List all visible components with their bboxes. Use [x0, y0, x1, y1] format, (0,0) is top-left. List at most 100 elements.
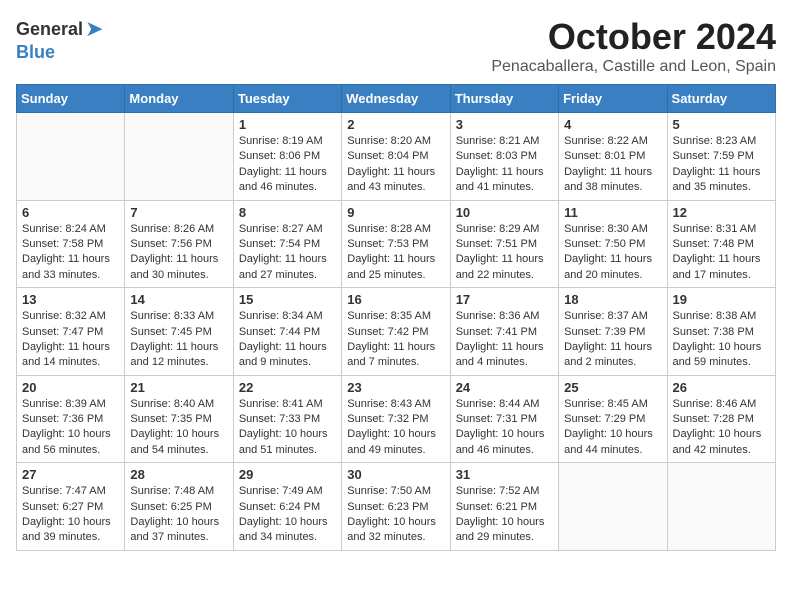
day-number: 1 [239, 117, 336, 132]
calendar-cell: 18 Sunrise: 8:37 AMSunset: 7:39 PMDayligh… [559, 288, 667, 376]
cell-content: Sunrise: 8:46 AMSunset: 7:28 PMDaylight:… [673, 397, 770, 459]
calendar-cell: 23Sunrise: 8:43 AMSunset: 7:32 PMDayligh… [342, 375, 450, 463]
weekday-header: Wednesday [342, 85, 450, 113]
calendar-cell: 10Sunrise: 8:29 AMSunset: 7:51 PMDayligh… [450, 200, 558, 288]
logo: General ➤ Blue [16, 16, 103, 63]
weekday-header: Sunday [17, 85, 125, 113]
calendar-week-row: 6Sunrise: 8:24 AMSunset: 7:58 PMDaylight… [17, 200, 776, 288]
cell-content: Sunrise: 7:48 AMSunset: 6:25 PMDaylight:… [130, 484, 227, 546]
cell-content: Sunrise: 7:52 AMSunset: 6:21 PMDaylight:… [456, 484, 553, 546]
day-number: 7 [130, 205, 227, 220]
day-number: 20 [22, 380, 119, 395]
day-number: 19 [673, 292, 770, 307]
calendar-cell: 25 Sunrise: 8:45 AMSunset: 7:29 PMDayligh… [559, 375, 667, 463]
cell-content: Sunrise: 8:45 AMSunset: 7:29 PMDaylight:… [564, 397, 661, 459]
cell-content: Sunrise: 8:19 AMSunset: 8:06 PMDaylight:… [239, 134, 336, 196]
calendar-cell: 8Sunrise: 8:27 AMSunset: 7:54 PMDaylight… [233, 200, 341, 288]
calendar-cell: 28 Sunrise: 7:48 AMSunset: 6:25 PMDayligh… [125, 463, 233, 551]
day-number: 2 [347, 117, 444, 132]
weekday-header: Saturday [667, 85, 775, 113]
day-number: 27 [22, 467, 119, 482]
calendar-cell: 30Sunrise: 7:50 AMSunset: 6:23 PMDayligh… [342, 463, 450, 551]
logo-blue-text: Blue [16, 42, 55, 63]
calendar-cell: 26 Sunrise: 8:46 AMSunset: 7:28 PMDayligh… [667, 375, 775, 463]
calendar-cell: 29Sunrise: 7:49 AMSunset: 6:24 PMDayligh… [233, 463, 341, 551]
day-number: 12 [673, 205, 770, 220]
cell-content: Sunrise: 8:28 AMSunset: 7:53 PMDaylight:… [347, 222, 444, 284]
day-number: 16 [347, 292, 444, 307]
day-number: 3 [456, 117, 553, 132]
weekday-header-row: SundayMondayTuesdayWednesdayThursdayFrid… [17, 85, 776, 113]
calendar-week-row: 20 Sunrise: 8:39 AMSunset: 7:36 PMDayligh… [17, 375, 776, 463]
calendar-cell: 7 Sunrise: 8:26 AMSunset: 7:56 PMDaylight… [125, 200, 233, 288]
calendar-cell: 19 Sunrise: 8:38 AMSunset: 7:38 PMDayligh… [667, 288, 775, 376]
cell-content: Sunrise: 8:31 AMSunset: 7:48 PMDaylight:… [673, 222, 770, 284]
calendar-week-row: 13Sunrise: 8:32 AMSunset: 7:47 PMDayligh… [17, 288, 776, 376]
calendar-cell: 9 Sunrise: 8:28 AMSunset: 7:53 PMDaylight… [342, 200, 450, 288]
cell-content: Sunrise: 8:41 AMSunset: 7:33 PMDaylight:… [239, 397, 336, 459]
cell-content: Sunrise: 8:32 AMSunset: 7:47 PMDaylight:… [22, 309, 119, 371]
day-number: 26 [673, 380, 770, 395]
weekday-header: Friday [559, 85, 667, 113]
calendar-table: SundayMondayTuesdayWednesdayThursdayFrid… [16, 84, 776, 551]
calendar-week-row: 1 Sunrise: 8:19 AMSunset: 8:06 PMDaylight… [17, 113, 776, 201]
calendar-cell: 22Sunrise: 8:41 AMSunset: 7:33 PMDayligh… [233, 375, 341, 463]
calendar-cell: 3Sunrise: 8:21 AMSunset: 8:03 PMDaylight… [450, 113, 558, 201]
day-number: 23 [347, 380, 444, 395]
calendar-cell: 6Sunrise: 8:24 AMSunset: 7:58 PMDaylight… [17, 200, 125, 288]
day-number: 29 [239, 467, 336, 482]
cell-content: Sunrise: 8:38 AMSunset: 7:38 PMDaylight:… [673, 309, 770, 371]
cell-content: Sunrise: 8:33 AMSunset: 7:45 PMDaylight:… [130, 309, 227, 371]
weekday-header: Thursday [450, 85, 558, 113]
day-number: 10 [456, 205, 553, 220]
calendar-cell: 5Sunrise: 8:23 AMSunset: 7:59 PMDaylight… [667, 113, 775, 201]
month-title: October 2024 [491, 16, 776, 58]
cell-content: Sunrise: 8:26 AMSunset: 7:56 PMDaylight:… [130, 222, 227, 284]
calendar-cell: 2Sunrise: 8:20 AMSunset: 8:04 PMDaylight… [342, 113, 450, 201]
title-area: October 2024 Penacaballera, Castille and… [491, 16, 776, 76]
day-number: 5 [673, 117, 770, 132]
calendar-cell [667, 463, 775, 551]
day-number: 28 [130, 467, 227, 482]
calendar-cell: 15Sunrise: 8:34 AMSunset: 7:44 PMDayligh… [233, 288, 341, 376]
day-number: 4 [564, 117, 661, 132]
weekday-header: Monday [125, 85, 233, 113]
day-number: 21 [130, 380, 227, 395]
calendar-cell: 4 Sunrise: 8:22 AMSunset: 8:01 PMDaylight… [559, 113, 667, 201]
calendar-cell: 11Sunrise: 8:30 AMSunset: 7:50 PMDayligh… [559, 200, 667, 288]
calendar-cell: 31 Sunrise: 7:52 AMSunset: 6:21 PMDayligh… [450, 463, 558, 551]
calendar-cell: 1 Sunrise: 8:19 AMSunset: 8:06 PMDaylight… [233, 113, 341, 201]
cell-content: Sunrise: 8:40 AMSunset: 7:35 PMDaylight:… [130, 397, 227, 459]
logo-bird-icon: ➤ [85, 16, 103, 42]
calendar-cell: 20 Sunrise: 8:39 AMSunset: 7:36 PMDayligh… [17, 375, 125, 463]
day-number: 25 [564, 380, 661, 395]
logo-general-text: General [16, 19, 83, 40]
day-number: 24 [456, 380, 553, 395]
header: General ➤ Blue October 2024 Penacaballer… [16, 16, 776, 76]
cell-content: Sunrise: 8:36 AMSunset: 7:41 PMDaylight:… [456, 309, 553, 371]
calendar-cell: 17 Sunrise: 8:36 AMSunset: 7:41 PMDayligh… [450, 288, 558, 376]
weekday-header: Tuesday [233, 85, 341, 113]
day-number: 15 [239, 292, 336, 307]
calendar-cell: 16Sunrise: 8:35 AMSunset: 7:42 PMDayligh… [342, 288, 450, 376]
day-number: 31 [456, 467, 553, 482]
cell-content: Sunrise: 8:22 AMSunset: 8:01 PMDaylight:… [564, 134, 661, 196]
cell-content: Sunrise: 8:30 AMSunset: 7:50 PMDaylight:… [564, 222, 661, 284]
cell-content: Sunrise: 8:44 AMSunset: 7:31 PMDaylight:… [456, 397, 553, 459]
day-number: 8 [239, 205, 336, 220]
cell-content: Sunrise: 8:39 AMSunset: 7:36 PMDaylight:… [22, 397, 119, 459]
cell-content: Sunrise: 7:47 AMSunset: 6:27 PMDaylight:… [22, 484, 119, 546]
cell-content: Sunrise: 8:37 AMSunset: 7:39 PMDaylight:… [564, 309, 661, 371]
calendar-cell: 24 Sunrise: 8:44 AMSunset: 7:31 PMDayligh… [450, 375, 558, 463]
day-number: 9 [347, 205, 444, 220]
calendar-cell: 12 Sunrise: 8:31 AMSunset: 7:48 PMDayligh… [667, 200, 775, 288]
day-number: 17 [456, 292, 553, 307]
cell-content: Sunrise: 8:24 AMSunset: 7:58 PMDaylight:… [22, 222, 119, 284]
calendar-cell [559, 463, 667, 551]
calendar-cell [125, 113, 233, 201]
calendar-cell: 27 Sunrise: 7:47 AMSunset: 6:27 PMDayligh… [17, 463, 125, 551]
calendar-cell [17, 113, 125, 201]
day-number: 18 [564, 292, 661, 307]
calendar-cell: 13Sunrise: 8:32 AMSunset: 7:47 PMDayligh… [17, 288, 125, 376]
day-number: 30 [347, 467, 444, 482]
